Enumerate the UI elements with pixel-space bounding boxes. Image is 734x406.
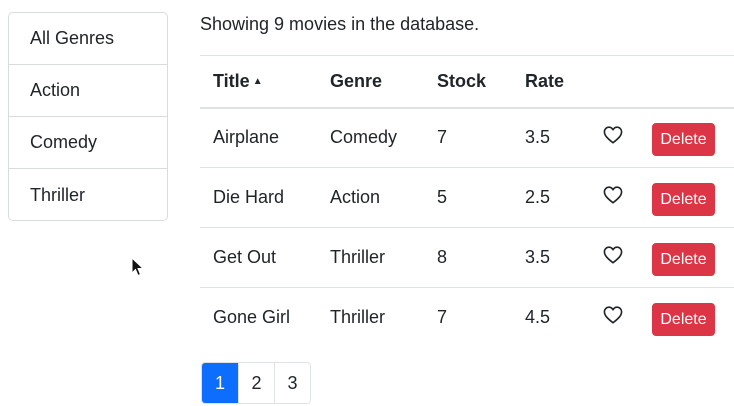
cell-stock: 5	[437, 187, 448, 207]
table-row: Airplane Comedy 7 3.5 Delete	[200, 108, 734, 168]
table-row: Die Hard Action 5 2.5 Delete	[200, 168, 734, 228]
cell-delete: Delete	[652, 168, 734, 228]
column-header-title-label: Title	[213, 70, 250, 91]
delete-button[interactable]: Delete	[652, 123, 715, 157]
mouse-pointer-icon	[131, 256, 145, 277]
column-header-genre[interactable]: Genre	[330, 56, 437, 108]
cell-stock: 8	[437, 247, 448, 267]
caret-up-icon: ▲	[252, 75, 263, 87]
cell-like	[600, 288, 652, 348]
table-header-row: Title ▲ Genre Stock Rate	[200, 55, 734, 108]
cell-like	[600, 168, 652, 228]
genre-list: All Genres Action Comedy Thriller	[8, 12, 168, 221]
cell-rate: 3.5	[525, 127, 551, 148]
cell-stock: 7	[437, 127, 448, 148]
movies-table-wrapper: Title ▲ Genre Stock Rate Airplane Comedy …	[200, 55, 734, 348]
cell-genre: Action	[330, 187, 381, 207]
table-row: Gone Girl Thriller 7 4.5 Delete	[200, 288, 734, 348]
page-link-2[interactable]: 2	[238, 363, 274, 403]
cell-genre: Thriller	[330, 307, 386, 328]
genre-item-comedy[interactable]: Comedy	[9, 117, 167, 169]
table-row: Get Out Thriller 8 3.5 Delete	[200, 228, 734, 288]
page-link-1[interactable]: 1	[202, 363, 238, 403]
delete-button[interactable]: Delete	[652, 183, 715, 216]
column-header-title[interactable]: Title ▲	[200, 56, 330, 108]
heart-outline-icon[interactable]	[603, 306, 623, 324]
cell-title: Gone Girl	[213, 307, 291, 328]
cell-rate: 3.5	[525, 247, 551, 267]
cell-title: Die Hard	[213, 187, 285, 207]
cell-genre: Comedy	[330, 127, 398, 148]
heart-outline-icon[interactable]	[603, 246, 623, 264]
pagination: 1 2 3	[201, 362, 311, 404]
column-header-delete	[652, 56, 734, 108]
cell-delete: Delete	[652, 228, 734, 288]
cell-like	[600, 108, 652, 168]
genre-item-action[interactable]: Action	[9, 65, 167, 117]
cell-rate: 4.5	[525, 307, 551, 328]
column-header-stock[interactable]: Stock	[437, 56, 525, 108]
cell-like	[600, 228, 652, 288]
cell-genre: Thriller	[330, 247, 386, 267]
movie-count-summary: Showing 9 movies in the database.	[200, 14, 480, 34]
heart-outline-icon[interactable]	[603, 126, 623, 144]
delete-button[interactable]: Delete	[652, 303, 715, 337]
page-link-3[interactable]: 3	[274, 363, 310, 403]
cell-title: Airplane	[213, 127, 280, 148]
genre-item-all[interactable]: All Genres	[9, 13, 167, 65]
cell-delete: Delete	[652, 108, 734, 168]
movies-table: Title ▲ Genre Stock Rate Airplane Comedy …	[200, 55, 734, 348]
cell-delete: Delete	[652, 288, 734, 348]
heart-outline-icon[interactable]	[603, 186, 623, 204]
cell-title: Get Out	[213, 247, 277, 267]
cell-stock: 7	[437, 307, 448, 328]
delete-button[interactable]: Delete	[652, 243, 715, 276]
column-header-rate[interactable]: Rate	[525, 56, 600, 108]
column-header-like	[600, 56, 652, 108]
genre-item-thriller[interactable]: Thriller	[9, 169, 167, 220]
cell-rate: 2.5	[525, 187, 551, 207]
